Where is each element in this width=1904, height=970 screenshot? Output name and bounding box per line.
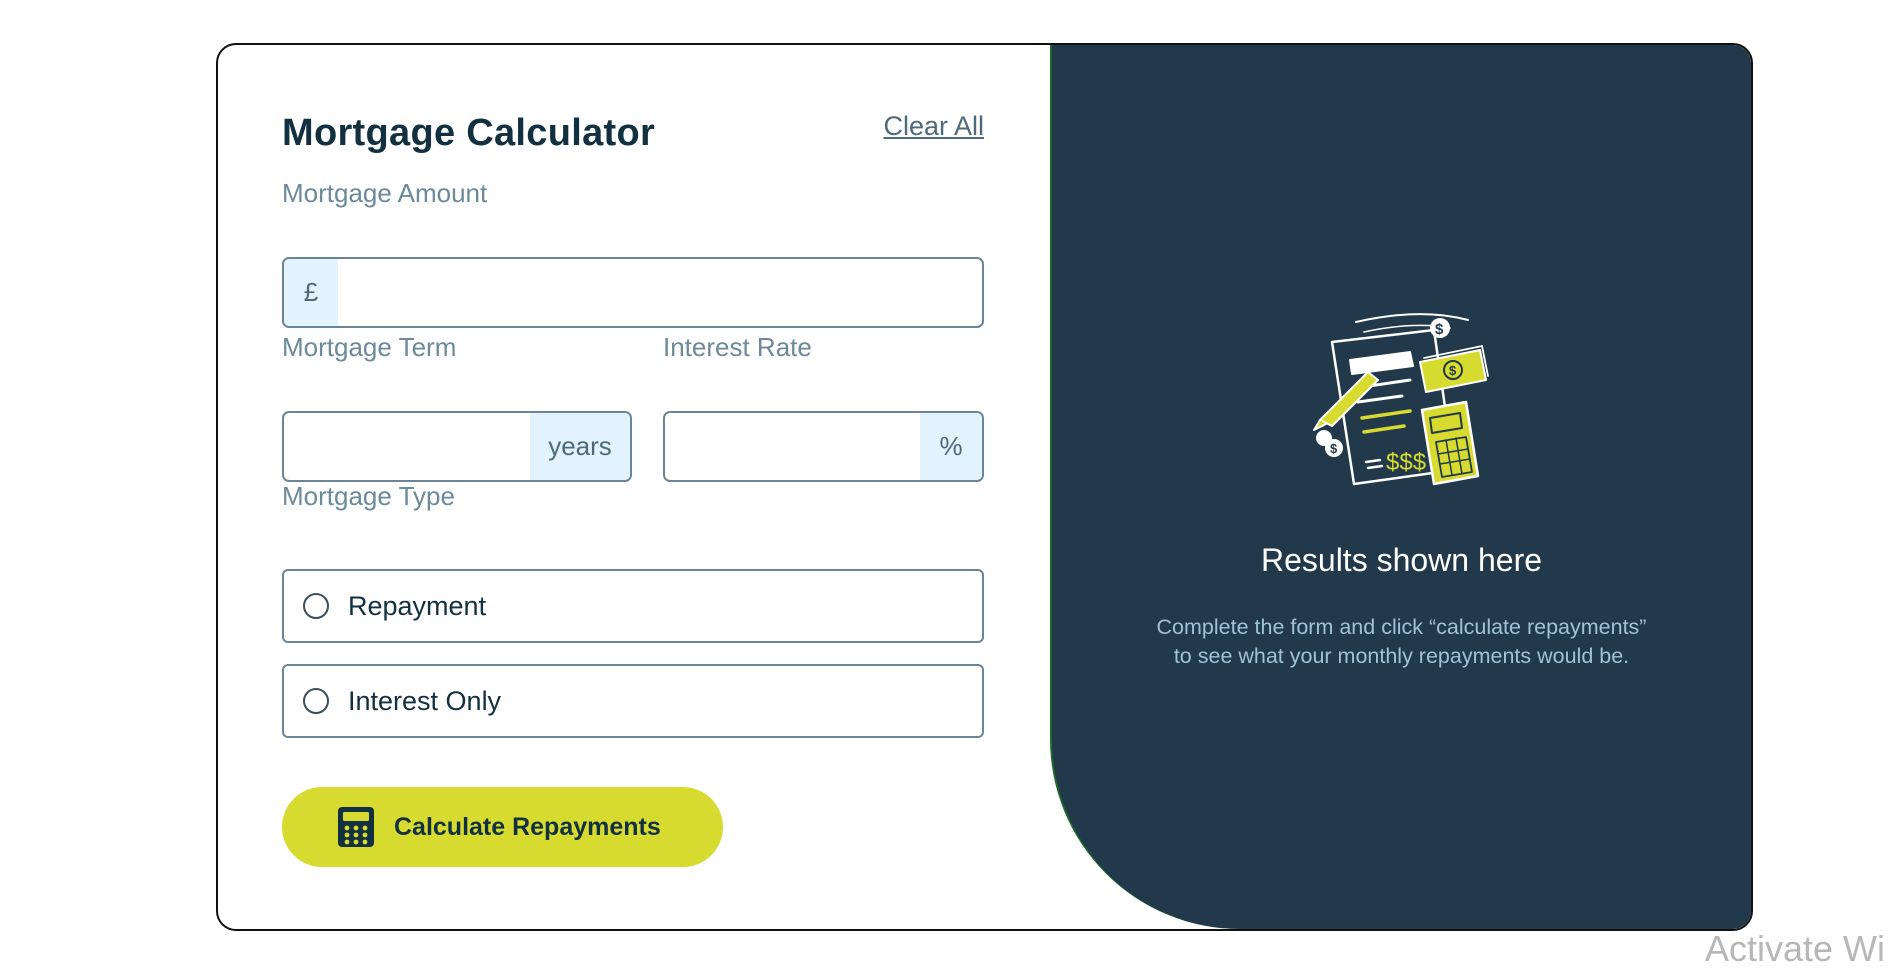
radio-option-repayment[interactable]: Repayment xyxy=(282,569,984,643)
currency-prefix: £ xyxy=(284,259,338,326)
mortgage-amount-field[interactable]: £ xyxy=(282,257,984,328)
radio-option-interest-only[interactable]: Interest Only xyxy=(282,664,984,738)
svg-text:$: $ xyxy=(1435,321,1444,338)
calculate-button-label: Calculate Repayments xyxy=(394,812,661,841)
results-description: Complete the form and click “calculate r… xyxy=(1102,613,1701,671)
clear-all-link[interactable]: Clear All xyxy=(883,111,984,142)
svg-text:$: $ xyxy=(1449,363,1457,378)
interest-rate-field[interactable]: % xyxy=(663,411,984,482)
svg-text:$$$: $$$ xyxy=(1386,449,1426,476)
years-suffix: years xyxy=(530,413,630,480)
mortgage-term-input[interactable] xyxy=(284,413,530,480)
radio-button[interactable] xyxy=(303,688,329,714)
form-title: Mortgage Calculator xyxy=(282,112,656,154)
interest-rate-label: Interest Rate xyxy=(663,332,812,362)
calculator-card: Mortgage Calculator Clear All Mortgage A… xyxy=(216,43,1753,931)
mortgage-form: Mortgage Calculator Clear All Mortgage A… xyxy=(282,45,984,929)
calculator-documents-illustration: $$$ $ $ $ xyxy=(1313,313,1489,486)
mortgage-term-label: Mortgage Term xyxy=(282,332,457,362)
mortgage-term-field[interactable]: years xyxy=(282,411,632,482)
results-description-line: Complete the form and click “calculate r… xyxy=(1156,615,1647,639)
radio-label: Interest Only xyxy=(348,685,502,716)
mortgage-amount-input[interactable] xyxy=(338,259,982,326)
calculator-icon xyxy=(338,807,374,847)
results-description-line: to see what your monthly repayments woul… xyxy=(1173,644,1630,668)
results-heading: Results shown here xyxy=(1260,542,1543,578)
page: Mortgage Calculator Clear All Mortgage A… xyxy=(0,0,1904,970)
percent-suffix: % xyxy=(920,413,982,480)
radio-button[interactable] xyxy=(303,593,329,619)
interest-rate-input[interactable] xyxy=(665,413,920,480)
svg-text:$: $ xyxy=(1330,441,1338,456)
results-panel: $$$ $ $ $ Results shown here Complete th xyxy=(1050,45,1751,929)
mortgage-type-label: Mortgage Type xyxy=(282,481,455,511)
calculate-repayments-button[interactable]: Calculate Repayments xyxy=(282,787,723,867)
radio-label: Repayment xyxy=(348,590,487,621)
activate-windows-watermark: Activate Wi xyxy=(1705,928,1886,969)
mortgage-amount-label: Mortgage Amount xyxy=(282,178,488,208)
